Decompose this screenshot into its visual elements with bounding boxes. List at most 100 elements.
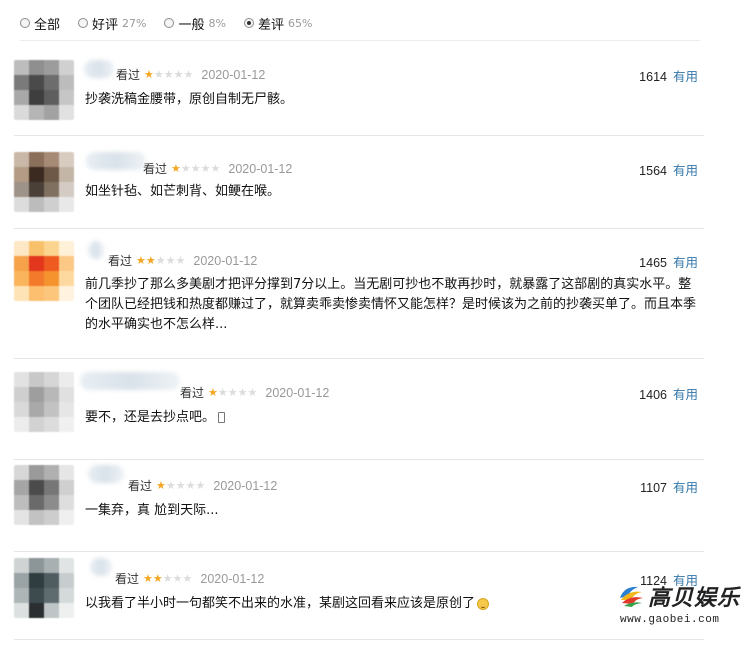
comment-item: 看过 ★ ★ ★ ★ ★ 2020-01-12 1465 有用 前几季抄了那么多美剧才把评…: [14, 241, 704, 359]
avatar[interactable]: [14, 372, 74, 432]
radio-button-selected[interactable]: [243, 18, 254, 28]
star-empty-icon: ★: [155, 254, 166, 267]
avatar[interactable]: [14, 241, 74, 301]
comment-meta: 看过 ★ ★ ★ ★ ★ 2020-01-12: [128, 477, 277, 494]
site-watermark: 高贝娱乐 www.gaobei.com: [618, 580, 740, 635]
star-empty-icon: ★: [153, 68, 164, 81]
filter-neutral[interactable]: 一般 8%: [164, 14, 226, 33]
star-empty-icon: ★: [185, 479, 196, 492]
useful-button[interactable]: 有用: [673, 70, 698, 84]
filter-percent: 27%: [122, 16, 147, 30]
star-rating: ★ ★ ★ ★ ★: [144, 69, 193, 80]
useful-button[interactable]: 有用: [673, 164, 698, 178]
vote-area: 1406 有用: [639, 384, 698, 403]
username-blurred[interactable]: [88, 241, 104, 259]
star-empty-icon: ★: [237, 386, 248, 399]
avatar[interactable]: [14, 60, 74, 120]
comment-item: 看过 ★ ★ ★ ★ ★ 2020-01-12 1406 有用 要不，还是去抄点吧。: [14, 372, 704, 460]
useful-button[interactable]: 有用: [673, 388, 698, 402]
comment-text: 一集弃，真 尬到天际...: [85, 503, 219, 518]
phone-icon: [218, 412, 226, 423]
avatar[interactable]: [14, 465, 74, 525]
star-empty-icon: ★: [195, 479, 206, 492]
star-empty-icon: ★: [172, 572, 183, 585]
divider: [14, 135, 704, 136]
filter-negative[interactable]: 差评 65%: [243, 14, 313, 33]
star-rating: ★ ★ ★ ★ ★: [136, 255, 185, 266]
star-filled-icon: ★: [144, 68, 154, 81]
comment-text-content: 要不，还是去抄点吧。: [85, 410, 216, 425]
filter-all[interactable]: 全部: [20, 14, 60, 33]
radio-button[interactable]: [78, 18, 89, 28]
star-empty-icon: ★: [175, 254, 186, 267]
star-empty-icon: ★: [200, 162, 211, 175]
filter-positive[interactable]: 好评 27%: [78, 14, 146, 33]
star-filled-icon: ★: [152, 572, 163, 585]
filter-label: 一般: [178, 17, 205, 33]
divider: [14, 459, 704, 460]
vote-area: 1107 有用: [640, 477, 698, 496]
star-empty-icon: ★: [162, 572, 173, 585]
vote-count: 1614: [639, 70, 667, 84]
star-rating: ★ ★ ★ ★ ★: [171, 163, 220, 174]
filter-label: 差评: [257, 17, 284, 33]
star-empty-icon: ★: [175, 479, 186, 492]
comment-item: 看过 ★ ★ ★ ★ ★ 2020-01-12 1564 有用 如坐针毡、如芒刺背、如鲠在…: [14, 152, 704, 229]
smile-emoji-icon: [477, 597, 490, 610]
gaobei-logo-icon: [620, 586, 643, 607]
comment-text-content: 以我看了半小时一句都笑不出来的水准，某剧这回看来应该是原创了: [85, 596, 476, 611]
comment-text: 以我看了半小时一句都笑不出来的水准，某剧这回看来应该是原创了: [85, 594, 697, 614]
comment-text: 前几季抄了那么多美剧才把评分撑到7分以上。当无剧可抄也不敢再抄时，就暴露了这部剧…: [85, 277, 697, 332]
vote-count: 1564: [639, 164, 667, 178]
vote-count: 1406: [639, 388, 667, 402]
avatar[interactable]: [14, 152, 74, 212]
filter-percent: 8%: [208, 16, 226, 30]
divider: [14, 551, 704, 552]
comment-item: 看过 ★ ★ ★ ★ ★ 2020-01-12 1614 有用 抄袭洗稿金腰带，原创自制无…: [14, 60, 704, 136]
watched-label: 看过: [108, 254, 133, 268]
watermark-title: 高贝娱乐: [648, 585, 741, 611]
star-filled-icon: ★: [145, 254, 156, 267]
star-rating: ★ ★ ★ ★ ★: [143, 573, 192, 584]
divider: [14, 639, 704, 640]
username-blurred[interactable]: [90, 558, 112, 576]
comment-text: 如坐针毡、如芒刺背、如鲠在喉。: [85, 184, 281, 199]
star-rating: ★ ★ ★ ★ ★: [156, 480, 205, 491]
vote-count: 1107: [640, 481, 667, 495]
comment-date: 2020-01-12: [213, 478, 278, 493]
filter-label: 全部: [34, 17, 61, 33]
comment-meta: 看过 ★ ★ ★ ★ ★ 2020-01-12: [143, 160, 292, 177]
vote-area: 1564 有用: [639, 160, 698, 179]
watched-label: 看过: [116, 68, 141, 82]
comment-meta: 看过 ★ ★ ★ ★ ★ 2020-01-12: [180, 384, 329, 401]
username-blurred[interactable]: [86, 152, 146, 170]
star-rating: ★ ★ ★ ★ ★: [208, 387, 257, 398]
useful-button[interactable]: 有用: [673, 256, 698, 270]
star-empty-icon: ★: [217, 386, 228, 399]
radio-button[interactable]: [20, 18, 30, 28]
filter-percent: 65%: [287, 16, 313, 30]
comment-date: 2020-01-12: [193, 253, 258, 268]
star-filled-icon: ★: [143, 572, 153, 585]
star-filled-icon: ★: [171, 162, 181, 175]
watermark-url: www.gaobei.com: [620, 614, 720, 626]
username-blurred[interactable]: [80, 372, 180, 390]
star-empty-icon: ★: [210, 162, 221, 175]
star-empty-icon: ★: [180, 162, 191, 175]
watched-label: 看过: [180, 386, 205, 400]
avatar[interactable]: [14, 558, 74, 618]
vote-count: 1465: [639, 256, 667, 270]
filter-label: 好评: [92, 17, 119, 33]
comment-text: 要不，还是去抄点吧。: [85, 408, 697, 428]
star-filled-icon: ★: [136, 254, 146, 267]
username-blurred[interactable]: [84, 60, 114, 78]
comment-meta: 看过 ★ ★ ★ ★ ★ 2020-01-12: [108, 252, 257, 269]
star-empty-icon: ★: [163, 68, 174, 81]
star-empty-icon: ★: [190, 162, 201, 175]
star-empty-icon: ★: [183, 68, 194, 81]
comment-text: 抄袭洗稿金腰带，原创自制无尸骸。: [85, 92, 294, 107]
comment-meta: 看过 ★ ★ ★ ★ ★ 2020-01-12: [115, 570, 264, 587]
useful-button[interactable]: 有用: [673, 481, 698, 495]
username-blurred[interactable]: [88, 465, 124, 483]
radio-button[interactable]: [164, 18, 175, 28]
